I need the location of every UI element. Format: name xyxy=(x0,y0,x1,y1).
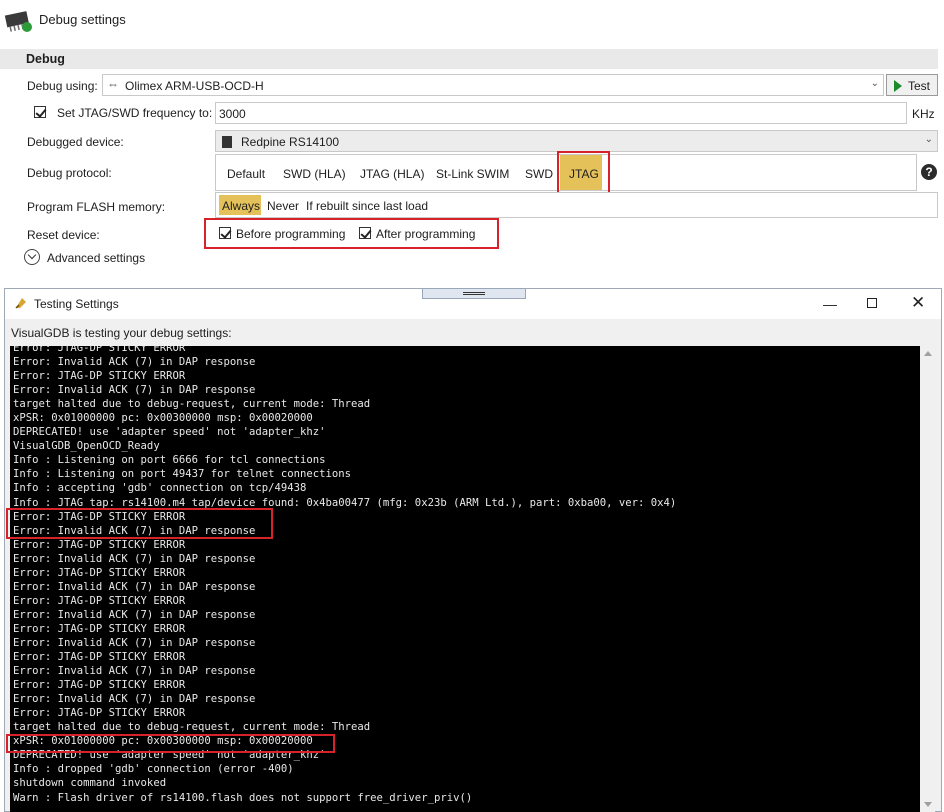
console-line: xPSR: 0x01000000 pc: 0x00300000 msp: 0x0… xyxy=(13,412,313,425)
console-line: target halted due to debug-request, curr… xyxy=(13,721,371,734)
annotation-highlight-reset xyxy=(204,218,499,249)
scroll-down-icon[interactable] xyxy=(924,802,932,807)
flash-option-always-label: Always xyxy=(222,199,261,213)
jtag-frequency-label: Set JTAG/SWD frequency to: xyxy=(57,106,213,120)
chevron-down-icon: ⌄ xyxy=(870,78,879,89)
window-title: Testing Settings xyxy=(34,297,119,311)
console-line: Error: JTAG-DP STICKY ERROR xyxy=(13,594,186,607)
help-icon[interactable]: ? xyxy=(921,164,937,180)
protocol-option-default[interactable]: Default xyxy=(227,167,265,181)
console-line: Info : Listening on port 6666 for tcl co… xyxy=(13,454,326,467)
console-line: Error: Invalid ACK (7) in DAP response xyxy=(13,665,256,678)
console-line: Info : dropped 'gdb' connection (error -… xyxy=(13,763,294,776)
protocol-label: Debug protocol: xyxy=(27,166,112,180)
debug-using-label: Debug using: xyxy=(27,79,98,93)
device-value: Redpine RS14100 xyxy=(241,135,340,149)
console-line: Info : accepting 'gdb' connection on tcp… xyxy=(13,482,307,495)
test-button-label: Test xyxy=(908,79,931,93)
flash-selector: Always Never If rebuilt since last load xyxy=(215,192,938,218)
debug-using-value: Olimex ARM-USB-OCD-H xyxy=(125,79,264,93)
console-line: Error: Invalid ACK (7) in DAP response xyxy=(13,580,256,593)
flash-option-never[interactable]: Never xyxy=(267,199,299,213)
visualgdb-icon xyxy=(15,298,26,309)
console-line: Error: Invalid ACK (7) in DAP response xyxy=(13,693,256,706)
test-button[interactable]: Test xyxy=(886,74,938,96)
minimize-icon[interactable]: — xyxy=(823,296,837,312)
annotation-highlight-xpsr xyxy=(6,734,335,753)
console-line: target halted due to debug-request, curr… xyxy=(13,398,371,411)
flash-label: Program FLASH memory: xyxy=(27,200,166,214)
jtag-frequency-checkbox[interactable] xyxy=(34,106,46,118)
console-line: Error: Invalid ACK (7) in DAP response xyxy=(13,356,256,369)
debug-using-select[interactable]: ⇔ Olimex ARM-USB-OCD-H ⌄ xyxy=(102,74,884,96)
jtag-frequency-value: 3000 xyxy=(219,107,246,121)
scroll-up-icon[interactable] xyxy=(924,351,932,356)
play-icon xyxy=(894,80,902,92)
chevron-down-icon: ⌄ xyxy=(924,134,933,145)
console-line: shutdown command invoked xyxy=(13,777,167,790)
device-select[interactable]: Redpine RS14100 ⌄ xyxy=(215,130,938,152)
console-line: Info : Listening on port 49437 for telne… xyxy=(13,468,352,481)
protocol-option-swd-hla[interactable]: SWD (HLA) xyxy=(283,167,346,181)
frequency-unit: KHz xyxy=(912,107,935,121)
page-title: Debug settings xyxy=(39,12,126,27)
chip-icon xyxy=(4,11,32,32)
section-title: Debug xyxy=(26,52,65,66)
reset-label: Reset device: xyxy=(27,228,100,242)
protocol-option-jtag-hla[interactable]: JTAG (HLA) xyxy=(360,167,424,181)
console-line: Error: JTAG-DP STICKY ERROR xyxy=(13,346,186,354)
expand-icon[interactable] xyxy=(24,249,40,265)
console-line: Error: JTAG-DP STICKY ERROR xyxy=(13,679,186,692)
console-line: Error: JTAG-DP STICKY ERROR xyxy=(13,370,186,383)
protocol-option-st-link-swim[interactable]: St-Link SWIM xyxy=(436,167,509,181)
annotation-highlight-errors xyxy=(6,508,273,539)
console-line: Error: JTAG-DP STICKY ERROR xyxy=(13,566,186,579)
flash-option-always[interactable]: Always xyxy=(219,195,261,215)
console-line: Error: JTAG-DP STICKY ERROR xyxy=(13,651,186,664)
splitter-handle[interactable] xyxy=(422,288,526,299)
advanced-settings-link[interactable]: Advanced settings xyxy=(47,251,145,265)
usb-icon: ⇔ xyxy=(107,77,119,91)
console-line: Error: Invalid ACK (7) in DAP response xyxy=(13,552,256,565)
console-line: Error: Invalid ACK (7) in DAP response xyxy=(13,636,256,649)
section-header xyxy=(0,49,938,69)
console-scrollbar[interactable] xyxy=(920,346,935,812)
annotation-highlight-jtag xyxy=(557,151,610,196)
console-line: Warn : Flash driver of rs14100.flash doe… xyxy=(13,791,473,804)
console-line: Error: Invalid ACK (7) in DAP response xyxy=(13,608,256,621)
console-line: VisualGDB_OpenOCD_Ready xyxy=(13,440,160,453)
console-line: Error: JTAG-DP STICKY ERROR xyxy=(13,538,186,551)
console-line: DEPRECATED! use 'adapter speed' not 'ada… xyxy=(13,426,326,439)
jtag-frequency-input[interactable]: 3000 xyxy=(215,102,907,124)
testing-intro-text: VisualGDB is testing your debug settings… xyxy=(11,326,232,340)
device-label: Debugged device: xyxy=(27,135,124,149)
chip-icon xyxy=(222,136,232,148)
flash-option-if-rebuilt[interactable]: If rebuilt since last load xyxy=(306,199,428,213)
console-line: Error: Invalid ACK (7) in DAP response xyxy=(13,384,256,397)
maximize-icon[interactable] xyxy=(867,298,877,308)
protocol-option-swd[interactable]: SWD xyxy=(525,167,553,181)
close-icon[interactable]: ✕ xyxy=(911,293,925,313)
console-line: Error: JTAG-DP STICKY ERROR xyxy=(13,707,186,720)
console-line: Error: JTAG-DP STICKY ERROR xyxy=(13,622,186,635)
